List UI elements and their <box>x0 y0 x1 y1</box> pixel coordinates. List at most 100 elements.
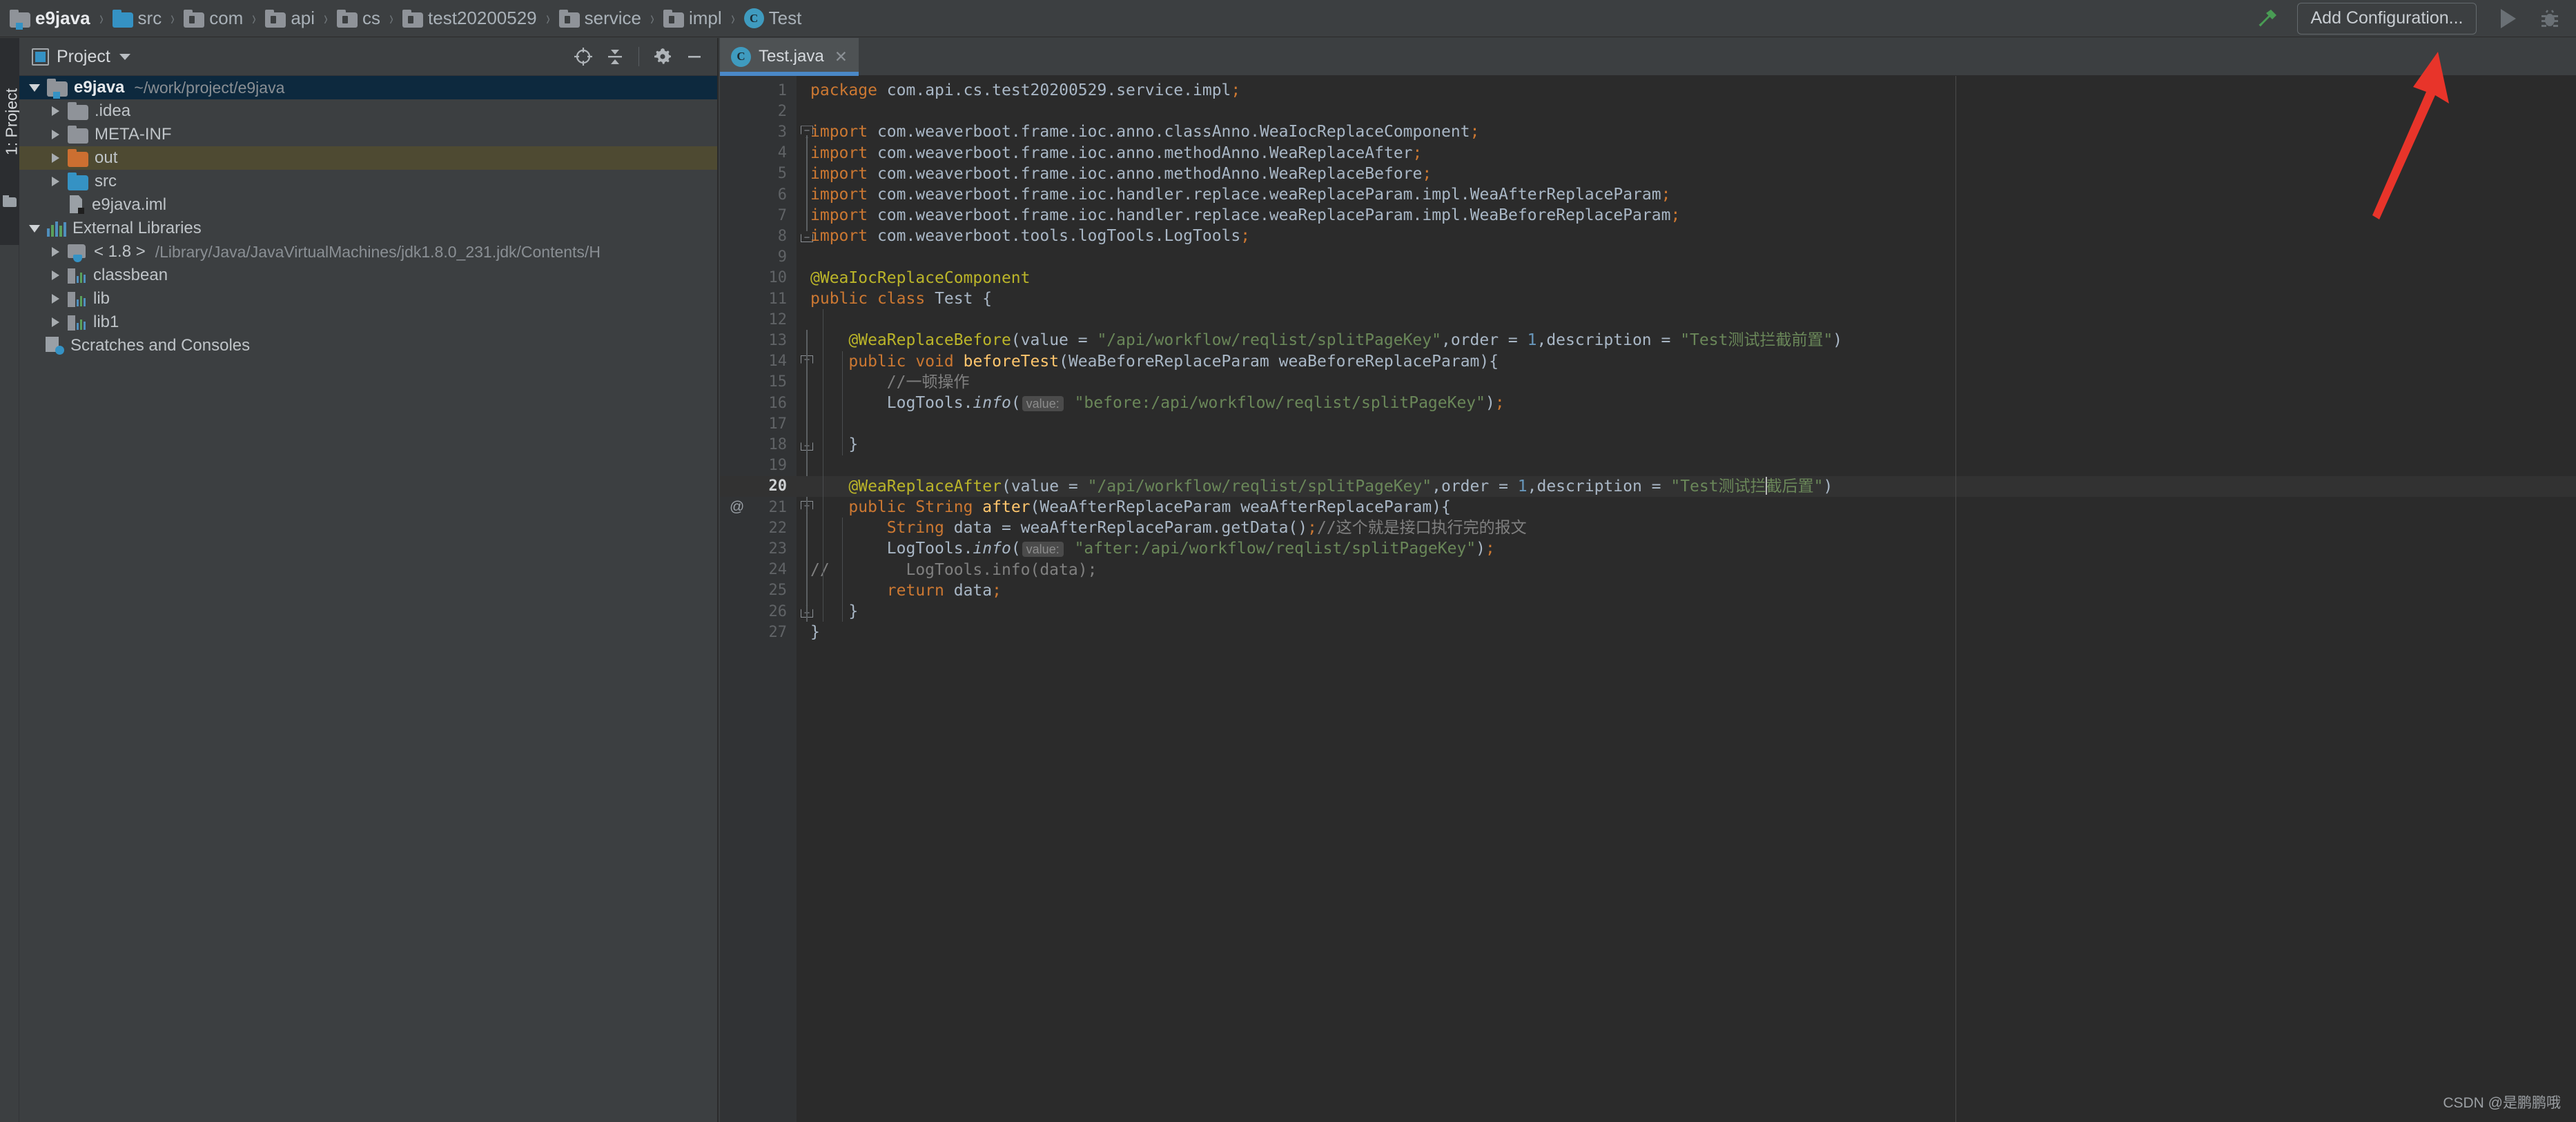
hammer-icon[interactable] <box>2249 3 2285 34</box>
line-number[interactable]: 18 <box>720 434 797 455</box>
line-number[interactable]: 9 <box>720 247 797 268</box>
code-line[interactable]: package com.api.cs.test20200529.service.… <box>810 80 1240 101</box>
line-number[interactable]: 22 <box>720 518 797 538</box>
tree-item-out[interactable]: out <box>19 146 717 170</box>
locate-icon[interactable] <box>569 42 598 71</box>
line-number[interactable]: 3 <box>720 121 797 142</box>
code-line[interactable]: public void beforeTest(WeaBeforeReplaceP… <box>810 351 1499 372</box>
code-line[interactable]: public class Test { <box>810 288 992 309</box>
chevron-right-icon[interactable] <box>52 177 59 186</box>
tree-item-scratches-and-consoles[interactable]: Scratches and Consoles <box>19 334 717 357</box>
minimize-icon[interactable] <box>680 42 709 71</box>
breadcrumb-item-test20200529[interactable]: test20200529 <box>402 0 537 37</box>
code-line[interactable]: } <box>810 434 858 455</box>
code-editor[interactable]: 1234567891011121314151617181920212223242… <box>720 76 2576 1122</box>
chevron-right-icon[interactable] <box>52 294 59 304</box>
sidebar-item-project-toolwindow[interactable]: 1: Project <box>0 38 19 245</box>
code-line[interactable]: // LogTools.info(data); <box>810 560 1097 580</box>
code-line[interactable]: } <box>810 622 820 642</box>
tree-item-src[interactable]: src <box>19 170 717 193</box>
chevron-down-icon[interactable] <box>29 84 40 92</box>
tree-item-lib1[interactable]: lib1 <box>19 311 717 334</box>
chevron-right-icon[interactable] <box>52 247 59 257</box>
project-tree[interactable]: e9java~/work/project/e9java.ideaMETA-INF… <box>19 76 717 1122</box>
tree-item-external-libraries[interactable]: External Libraries <box>19 217 717 240</box>
line-number[interactable]: 26 <box>720 601 797 622</box>
breadcrumb-item-service[interactable]: service <box>559 0 641 37</box>
tab-test-java[interactable]: C Test.java ✕ <box>720 38 859 75</box>
close-icon[interactable]: ✕ <box>835 48 848 66</box>
line-number[interactable]: 17 <box>720 413 797 434</box>
tree-item-lib[interactable]: lib <box>19 287 717 311</box>
breadcrumb-item-api[interactable]: api <box>265 0 315 37</box>
breadcrumb-item-src[interactable]: src <box>113 0 162 37</box>
code-line[interactable]: @WeaReplaceAfter(value = "/api/workflow/… <box>810 476 1833 497</box>
chevron-down-icon[interactable] <box>119 54 130 60</box>
breadcrumb-item-com[interactable]: com <box>184 0 243 37</box>
code-content[interactable]: package com.api.cs.test20200529.service.… <box>797 76 2576 1122</box>
chevron-right-icon[interactable] <box>52 270 59 280</box>
line-number[interactable]: 4 <box>720 143 797 164</box>
code-line[interactable]: import com.weaverboot.frame.ioc.anno.cla… <box>810 121 1479 142</box>
line-number[interactable]: 19 <box>720 455 797 476</box>
tree-item-meta-inf[interactable]: META-INF <box>19 123 717 146</box>
chevron-right-icon[interactable] <box>52 130 59 139</box>
line-number[interactable]: 1 <box>720 80 797 101</box>
code-line[interactable]: @WeaReplaceBefore(value = "/api/workflow… <box>810 330 1842 351</box>
annotation-gutter-marker[interactable]: @ <box>730 499 744 515</box>
line-number[interactable]: 10 <box>720 268 797 288</box>
line-number[interactable]: 24 <box>720 560 797 580</box>
chevron-right-icon[interactable] <box>52 106 59 116</box>
tree-item-e9java-iml[interactable]: e9java.iml <box>19 193 717 217</box>
line-number[interactable]: 8 <box>720 226 797 246</box>
libraries-icon <box>47 220 66 237</box>
breadcrumb-item-e9java[interactable]: e9java <box>10 0 90 37</box>
code-line[interactable]: import com.weaverboot.frame.ioc.handler.… <box>810 205 1680 226</box>
chevron-right-icon[interactable] <box>52 153 59 163</box>
breadcrumb-item-impl[interactable]: impl <box>663 0 722 37</box>
line-number[interactable]: 23 <box>720 538 797 559</box>
add-configuration-button[interactable]: Add Configuration... <box>2297 3 2477 35</box>
code-punct: ; <box>1495 394 1505 412</box>
breadcrumb-item-cs[interactable]: cs <box>337 0 380 37</box>
tree-item-1-8[interactable]: < 1.8 >/Library/Java/JavaVirtualMachines… <box>19 240 717 264</box>
code-line[interactable]: import com.weaverboot.frame.ioc.handler.… <box>810 184 1670 205</box>
code-line[interactable]: //一顿操作 <box>810 372 969 393</box>
code-line[interactable]: LogTools.info(value: "before:/api/workfl… <box>810 393 1505 413</box>
line-number[interactable]: 2 <box>720 101 797 121</box>
code-line[interactable]: import com.weaverboot.tools.logTools.Log… <box>810 226 1250 246</box>
tree-item-classbean[interactable]: classbean <box>19 264 717 287</box>
line-number[interactable]: 5 <box>720 164 797 184</box>
line-number[interactable]: 7 <box>720 205 797 226</box>
code-line[interactable]: String data = weaAfterReplaceParam.getDa… <box>810 518 1527 538</box>
code-identifier: description <box>1546 331 1651 349</box>
line-number[interactable]: 12 <box>720 309 797 330</box>
line-number[interactable]: 6 <box>720 184 797 205</box>
line-number[interactable]: 27 <box>720 622 797 642</box>
gear-icon[interactable] <box>648 42 677 71</box>
line-number[interactable]: 13 <box>720 330 797 351</box>
line-number[interactable]: 14 <box>720 351 797 372</box>
code-line[interactable]: @WeaIocReplaceComponent <box>810 268 1031 288</box>
code-line[interactable]: } <box>810 601 858 622</box>
debug-button[interactable] <box>2530 3 2569 35</box>
code-line[interactable]: import com.weaverboot.frame.ioc.anno.met… <box>810 164 1432 184</box>
code-line[interactable]: return data; <box>810 580 1002 601</box>
breadcrumb-item-test[interactable]: CTest <box>744 0 802 37</box>
run-button[interactable] <box>2489 3 2528 35</box>
code-line[interactable]: public String after(WeaAfterReplaceParam… <box>810 497 1451 518</box>
line-number[interactable]: 25 <box>720 580 797 601</box>
tree-item-idea[interactable]: .idea <box>19 99 717 123</box>
code-line[interactable]: import com.weaverboot.frame.ioc.anno.met… <box>810 143 1422 164</box>
chevron-right-icon[interactable] <box>52 317 59 327</box>
line-number[interactable]: 16 <box>720 393 797 413</box>
line-number[interactable]: 11 <box>720 288 797 309</box>
tree-item-e9java[interactable]: e9java~/work/project/e9java <box>19 76 717 99</box>
watermark: CSDN @是鹏鹏哦 <box>2443 1092 2561 1112</box>
line-number[interactable]: 15 <box>720 372 797 393</box>
collapse-all-icon[interactable] <box>601 42 630 71</box>
code-line[interactable]: LogTools.info(value: "after:/api/workflo… <box>810 538 1495 559</box>
editor-gutter[interactable]: 1234567891011121314151617181920212223242… <box>720 76 797 1122</box>
chevron-down-icon[interactable] <box>29 225 40 233</box>
line-number[interactable]: 20 <box>720 476 797 497</box>
